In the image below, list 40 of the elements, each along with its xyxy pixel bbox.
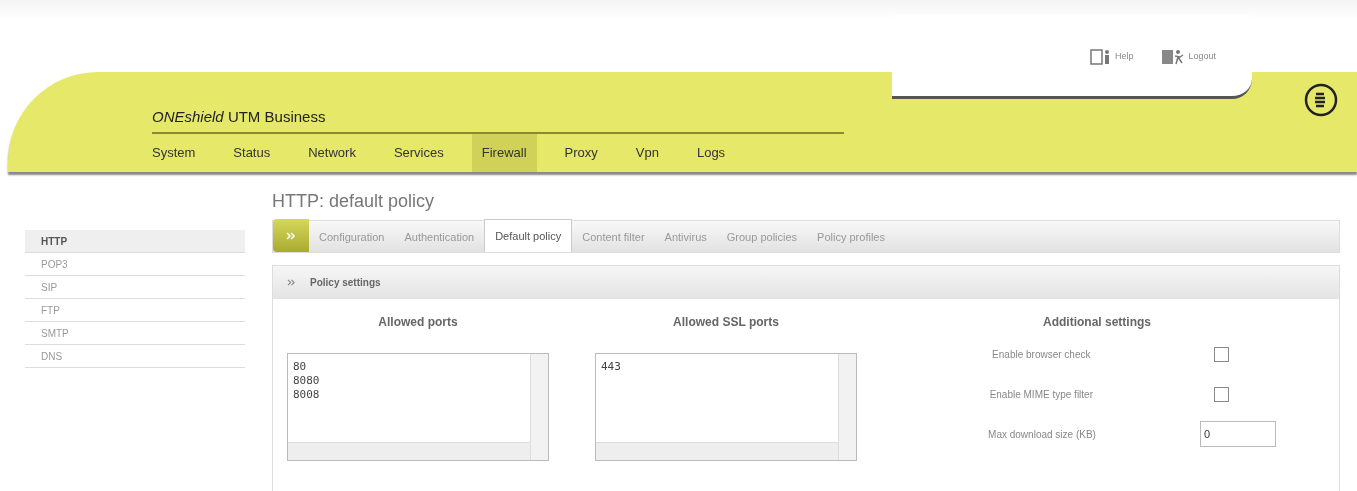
setting-label: Enable MIME type filter <box>988 387 1094 402</box>
vertical-scrollbar[interactable] <box>838 354 856 460</box>
checkbox[interactable] <box>1213 386 1229 402</box>
sidebar-item[interactable]: HTTP <box>25 230 245 253</box>
size-input-field[interactable]: 0 <box>1200 421 1276 447</box>
menu-item[interactable]: Firewall <box>471 134 537 172</box>
logo-icon <box>1303 82 1339 118</box>
port-list-field[interactable]: 80 8080 8008 <box>287 353 549 461</box>
column-heading: Allowed ports <box>378 314 458 331</box>
page-title: HTTP: default policy <box>272 190 436 213</box>
port-entry: 8008 <box>293 388 321 402</box>
menu-item[interactable]: Network <box>298 134 366 172</box>
help-link[interactable]: Help <box>1089 49 1134 65</box>
collapse-toggle[interactable] <box>273 219 309 252</box>
product-title: ONEshield UTM Business <box>152 106 327 127</box>
vertical-scrollbar[interactable] <box>530 354 548 460</box>
column-heading: Allowed SSL ports <box>673 314 779 331</box>
checkbox[interactable] <box>1213 346 1229 362</box>
menu-item[interactable]: System <box>152 134 206 172</box>
menu-item[interactable]: Services <box>383 134 454 172</box>
logout-link[interactable]: Logout <box>1161 49 1216 65</box>
double-chevron-icon <box>287 279 296 286</box>
tab[interactable]: Default policy <box>484 219 573 252</box>
port-entry: 443 <box>601 360 622 374</box>
double-chevron-icon <box>286 231 296 240</box>
exit-icon <box>1161 49 1186 65</box>
menu-item[interactable]: Logs <box>686 134 736 172</box>
port-entry: 8080 <box>293 374 321 388</box>
column-heading: Additional settings <box>1043 314 1151 331</box>
menu-item[interactable]: Vpn <box>625 134 669 172</box>
port-list-field[interactable]: 443 <box>595 353 857 461</box>
menu-item[interactable]: Status <box>223 134 281 172</box>
horizontal-scrollbar[interactable] <box>596 442 838 460</box>
horizontal-scrollbar[interactable] <box>288 442 530 460</box>
port-entry: 80 <box>293 360 308 374</box>
panel-title: Policy settings <box>310 276 381 290</box>
help-icon <box>1089 49 1112 65</box>
menu-item[interactable]: Proxy <box>554 134 608 172</box>
setting-label: Enable browser check <box>991 347 1092 362</box>
setting-label: Max download size (KB) <box>987 427 1097 442</box>
